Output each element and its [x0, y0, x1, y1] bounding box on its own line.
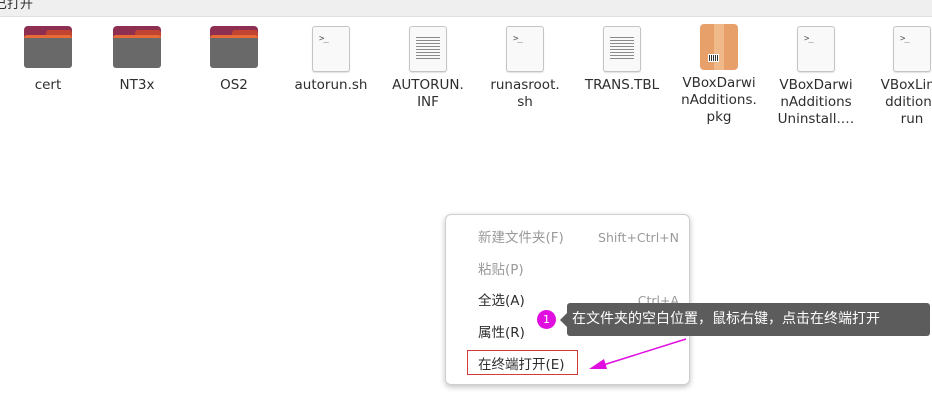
pointer-arrow-icon [589, 338, 687, 369]
